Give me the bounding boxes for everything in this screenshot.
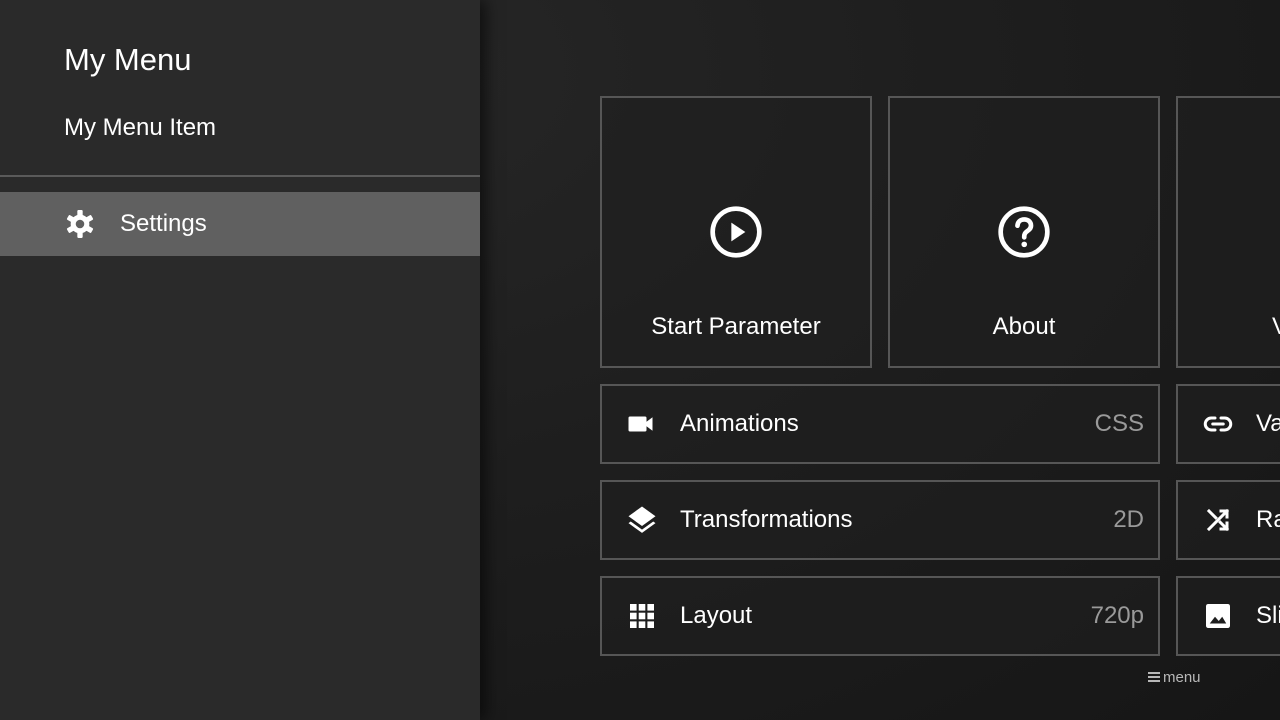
partial-row-2-label: Ra — [1256, 506, 1280, 533]
animations-label: Animations — [680, 410, 799, 437]
side-menu: My Menu My Menu Item Settings — [0, 0, 480, 720]
gear-icon — [64, 208, 96, 240]
start-parameter-tile[interactable]: Start Parameter — [600, 96, 872, 368]
link-icon — [1200, 406, 1236, 442]
layout-row[interactable]: Layout 720p — [600, 576, 1160, 656]
menu-hint-label: menu — [1163, 669, 1201, 686]
hamburger-icon — [1148, 672, 1160, 682]
grid-icon — [624, 598, 660, 634]
image-icon — [1200, 598, 1236, 634]
menu-title: My Menu — [64, 42, 192, 77]
transformations-label: Transformations — [680, 506, 853, 533]
menu-hint[interactable]: menu — [1148, 668, 1201, 688]
play-circle-icon — [708, 204, 764, 260]
partial-row-1-label: Va — [1256, 410, 1280, 437]
transformations-value: 2D — [1113, 506, 1144, 533]
menu-item-settings[interactable]: Settings — [0, 192, 480, 256]
settings-label: Settings — [120, 210, 207, 237]
help-circle-icon — [996, 204, 1052, 260]
transformations-row[interactable]: Transformations 2D — [600, 480, 1160, 560]
animations-row[interactable]: Animations CSS — [600, 384, 1160, 464]
menu-divider — [0, 175, 480, 177]
layout-label: Layout — [680, 602, 753, 629]
partial-row-2[interactable]: Ra — [1176, 480, 1280, 560]
layers-icon — [624, 502, 660, 538]
partial-row-3-label: Sli — [1256, 602, 1280, 629]
about-label: About — [992, 313, 1056, 340]
partial-row-1[interactable]: Va — [1176, 384, 1280, 464]
partial-top-tile[interactable]: V — [1176, 96, 1280, 368]
partial-top-label: V — [1272, 312, 1280, 342]
start-parameter-label: Start Parameter — [651, 313, 821, 340]
about-tile[interactable]: About — [888, 96, 1160, 368]
animations-value: CSS — [1094, 410, 1144, 437]
shuffle-icon — [1200, 502, 1236, 538]
videocam-icon — [624, 406, 660, 442]
menu-item[interactable]: My Menu Item — [64, 111, 216, 145]
partial-row-3[interactable]: Sli — [1176, 576, 1280, 656]
layout-value: 720p — [1090, 602, 1144, 629]
